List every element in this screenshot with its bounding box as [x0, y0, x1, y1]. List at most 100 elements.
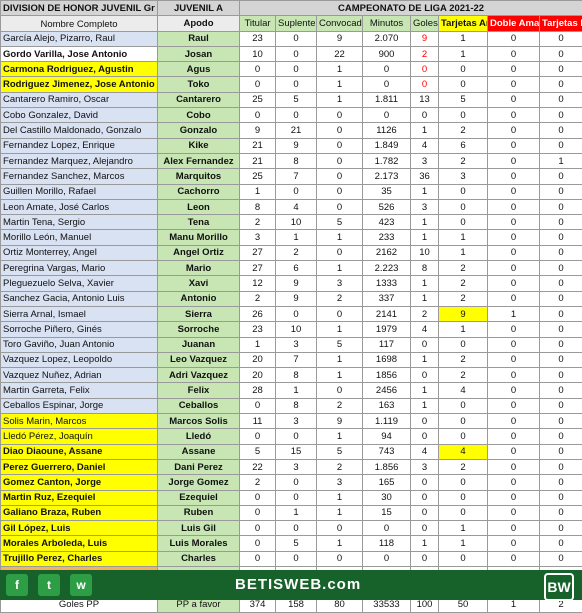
cell-amarillas: 0: [439, 108, 488, 123]
player-apodo: Cachorro: [158, 184, 240, 199]
player-name: Fernandez Marquez, Alejandro: [1, 153, 158, 168]
cell-amarillas: 0: [439, 337, 488, 352]
cell-doble: 0: [488, 368, 540, 383]
cell-doble: 0: [488, 77, 540, 92]
player-name: Fernandez Lopez, Enrique: [1, 138, 158, 153]
cell-rojas: 0: [540, 62, 582, 77]
table-row: Guillen Morillo, RafaelCachorro100351000: [1, 184, 582, 199]
cell-suplente: 0: [276, 62, 317, 77]
cell-doble: 0: [488, 169, 540, 184]
player-apodo: Adri Vazquez: [158, 368, 240, 383]
cell-suplente: 0: [276, 46, 317, 61]
cell-amarillas: 0: [439, 398, 488, 413]
cell-minutos: 2.070: [363, 31, 411, 46]
col-name-header: Nombre Completo: [1, 16, 158, 31]
cell-goles: 1: [411, 291, 439, 306]
facebook-icon[interactable]: f: [6, 574, 28, 596]
cell-goles: 0: [411, 475, 439, 490]
cell-convocada: 0: [317, 383, 363, 398]
table-row: Martin Garreta, FelixFelix281024561400: [1, 383, 582, 398]
table-row: Sanchez Gacia, Antonio LuisAntonio292337…: [1, 291, 582, 306]
cell-convocada: 5: [317, 337, 363, 352]
cell-doble: 0: [488, 322, 540, 337]
cell-amarillas: 2: [439, 261, 488, 276]
cell-amarillas: 2: [439, 368, 488, 383]
cell-goles: 8: [411, 261, 439, 276]
player-name: Pleguezuelo Selva, Xavier: [1, 276, 158, 291]
cell-titular: 0: [240, 398, 276, 413]
table-row: Solis Marin, MarcosMarcos Solis11391.119…: [1, 414, 582, 429]
cell-amarillas: 0: [439, 215, 488, 230]
player-apodo: Cantarero: [158, 92, 240, 107]
cell-convocada: 2: [317, 459, 363, 474]
footer-bar: f t w BETISWEB.com BW: [0, 570, 582, 600]
cell-doble: 0: [488, 444, 540, 459]
table-row: Martin Tena, SergioTena21054231000: [1, 215, 582, 230]
player-name: Fernandez Sanchez, Marcos: [1, 169, 158, 184]
player-apodo: Ruben: [158, 505, 240, 520]
cell-minutos: 94: [363, 429, 411, 444]
cell-rojas: 0: [540, 551, 582, 566]
table-row: Vazquez Nuñez, AdrianAdri Vazquez2081185…: [1, 368, 582, 383]
campaign-header: CAMPEONATO DE LIGA 2021-22: [240, 1, 582, 16]
cell-minutos: 900: [363, 46, 411, 61]
cell-goles: 13: [411, 92, 439, 107]
player-name: Solis Marin, Marcos: [1, 414, 158, 429]
cell-convocada: 2: [317, 291, 363, 306]
cell-rojas: 0: [540, 138, 582, 153]
cell-suplente: 7: [276, 169, 317, 184]
cell-minutos: 337: [363, 291, 411, 306]
cell-doble: 0: [488, 153, 540, 168]
table-row: Cantarero Ramiro, OscarCantarero25511.81…: [1, 92, 582, 107]
cell-rojas: 0: [540, 92, 582, 107]
table-row: Gil López, LuisLuis Gil00000100: [1, 521, 582, 536]
table-row: Vazquez Lopez, LeopoldoLeo Vazquez207116…: [1, 352, 582, 367]
player-apodo: Lledó: [158, 429, 240, 444]
cell-goles: 0: [411, 505, 439, 520]
col-amarillas-header: Tarjetas Amarillas: [439, 16, 488, 31]
cell-suplente: 1: [276, 505, 317, 520]
player-apodo: Gonzalo: [158, 123, 240, 138]
cell-rojas: 0: [540, 215, 582, 230]
cell-doble: 0: [488, 31, 540, 46]
cell-amarillas: 0: [439, 551, 488, 566]
cell-amarillas: 0: [439, 77, 488, 92]
player-name: Martin Ruz, Ezequiel: [1, 490, 158, 505]
cell-titular: 26: [240, 306, 276, 321]
cell-rojas: 0: [540, 306, 582, 321]
cell-rojas: 0: [540, 475, 582, 490]
cell-suplente: 0: [276, 551, 317, 566]
player-apodo: Juanan: [158, 337, 240, 352]
cell-doble: 0: [488, 398, 540, 413]
whatsapp-icon[interactable]: w: [70, 574, 92, 596]
twitter-icon[interactable]: t: [38, 574, 60, 596]
cell-suplente: 9: [276, 276, 317, 291]
cell-convocada: 1: [317, 368, 363, 383]
cell-suplente: 0: [276, 490, 317, 505]
table-row: Perez Guerrero, DanielDani Perez22321.85…: [1, 459, 582, 474]
cell-goles: 0: [411, 368, 439, 383]
cell-convocada: 1: [317, 62, 363, 77]
cell-minutos: 163: [363, 398, 411, 413]
cell-minutos: 2141: [363, 306, 411, 321]
cell-suplente: 0: [276, 306, 317, 321]
cell-minutos: 0: [363, 108, 411, 123]
cell-convocada: 1: [317, 230, 363, 245]
brand-logo-text: BETISWEB.com: [235, 576, 361, 593]
cell-titular: 0: [240, 108, 276, 123]
player-name: Gomez Canton, Jorge: [1, 475, 158, 490]
cell-titular: 11: [240, 414, 276, 429]
cell-rojas: 0: [540, 230, 582, 245]
cell-goles: 0: [411, 77, 439, 92]
cell-minutos: 2162: [363, 245, 411, 260]
player-apodo: Ceballos: [158, 398, 240, 413]
cell-goles: 3: [411, 459, 439, 474]
cell-titular: 22: [240, 459, 276, 474]
player-name: Peregrina Vargas, Mario: [1, 261, 158, 276]
cell-minutos: 526: [363, 199, 411, 214]
cell-rojas: 0: [540, 108, 582, 123]
cell-rojas: 0: [540, 505, 582, 520]
cell-suplente: 8: [276, 153, 317, 168]
cell-amarillas: 1: [439, 521, 488, 536]
cell-rojas: 0: [540, 368, 582, 383]
